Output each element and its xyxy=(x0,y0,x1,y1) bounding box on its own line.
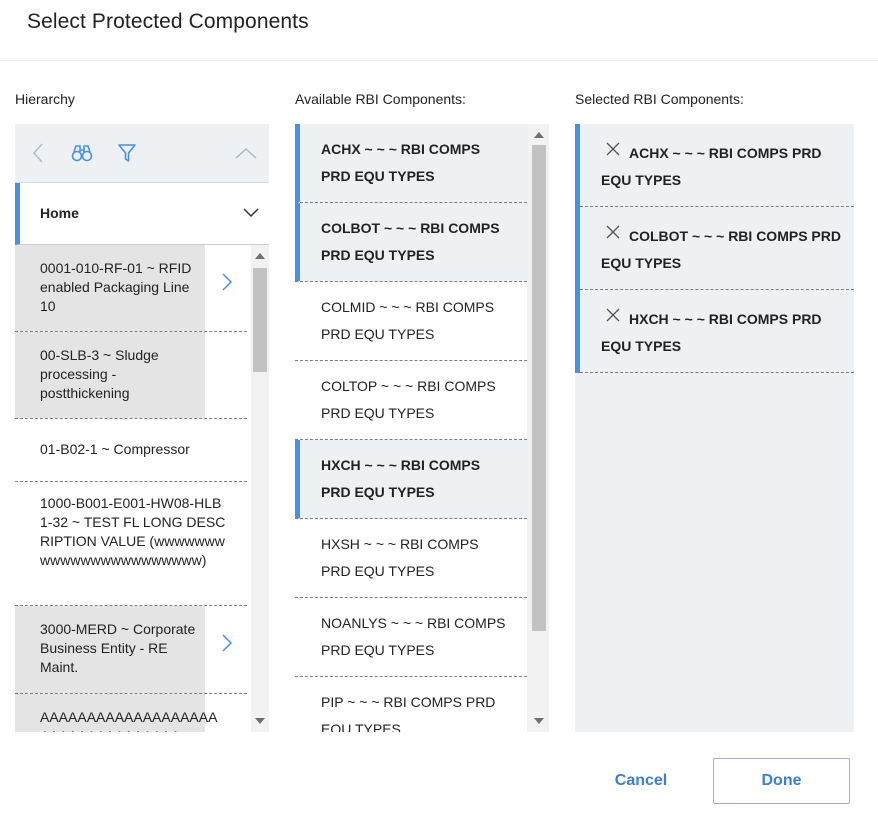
hierarchy-home[interactable]: Home xyxy=(15,183,269,245)
selected-label: Selected RBI Components: xyxy=(575,91,744,107)
hierarchy-label: Hierarchy xyxy=(15,91,75,107)
hierarchy-item[interactable]: 1000-B001-E001-HW08-HLB1-32 ~ TEST FL LO… xyxy=(15,482,247,606)
cancel-button[interactable]: Cancel xyxy=(598,758,684,804)
available-item[interactable]: HXSH ~ ~ ~ RBI COMPS PRD EQU TYPES xyxy=(295,519,527,598)
chevron-up-icon[interactable] xyxy=(233,140,259,166)
hierarchy-item[interactable]: 01-B02-1 ~ Compressor xyxy=(15,419,247,482)
scroll-up-icon[interactable] xyxy=(534,132,544,138)
dialog-title: Select Protected Components xyxy=(27,10,309,33)
selected-item[interactable]: COLBOT ~ ~ ~ RBI COMPS PRD EQU TYPES xyxy=(580,207,854,290)
chevron-right-icon[interactable] xyxy=(221,273,233,291)
chevron-right-icon[interactable] xyxy=(221,634,233,652)
selected-list: ACHX ~ ~ ~ RBI COMPS PRD EQU TYPES COLBO… xyxy=(575,124,854,373)
binoculars-icon[interactable] xyxy=(69,140,95,166)
scroll-down-icon[interactable] xyxy=(255,718,265,724)
selected-item[interactable]: HXCH ~ ~ ~ RBI COMPS PRD EQU TYPES xyxy=(580,290,854,373)
selected-panel: ACHX ~ ~ ~ RBI COMPS PRD EQU TYPES COLBO… xyxy=(575,124,854,732)
home-label: Home xyxy=(40,205,79,221)
done-button[interactable]: Done xyxy=(713,758,850,804)
filter-icon[interactable] xyxy=(114,140,140,166)
hierarchy-item[interactable]: 0001-010-RF-01 ~ RFID enabled Packaging … xyxy=(15,245,247,332)
available-item[interactable]: COLTOP ~ ~ ~ RBI COMPS PRD EQU TYPES xyxy=(295,361,527,440)
available-item[interactable]: ACHX ~ ~ ~ RBI COMPS PRD EQU TYPES xyxy=(295,124,527,203)
hierarchy-list: 0001-010-RF-01 ~ RFID enabled Packaging … xyxy=(15,245,248,732)
scroll-down-icon[interactable] xyxy=(534,718,544,724)
available-item[interactable]: COLBOT ~ ~ ~ RBI COMPS PRD EQU TYPES xyxy=(295,203,527,282)
hierarchy-panel: Home 0001-010-RF-01 ~ RFID enabled Packa… xyxy=(15,124,269,732)
selected-item[interactable]: ACHX ~ ~ ~ RBI COMPS PRD EQU TYPES xyxy=(580,124,854,207)
available-label: Available RBI Components: xyxy=(295,91,466,107)
title-divider xyxy=(0,60,878,61)
available-item[interactable]: HXCH ~ ~ ~ RBI COMPS PRD EQU TYPES xyxy=(295,440,527,519)
hierarchy-item[interactable]: AAAAAAAAAAAAAAAAAAAAAAAAAAAAAAAAAA xyxy=(15,694,247,732)
available-scrollbar[interactable] xyxy=(528,124,549,732)
chevron-left-icon[interactable] xyxy=(25,140,51,166)
scroll-thumb[interactable] xyxy=(532,145,546,631)
scroll-up-icon[interactable] xyxy=(255,253,265,259)
available-panel: ACHX ~ ~ ~ RBI COMPS PRD EQU TYPES COLBO… xyxy=(295,124,549,732)
hierarchy-item[interactable]: 00-SLB-3 ~ Sludge processing - postthick… xyxy=(15,332,247,419)
hierarchy-scrollbar[interactable] xyxy=(251,245,269,732)
available-item[interactable]: PIP ~ ~ ~ RBI COMPS PRD EQU TYPES xyxy=(295,677,527,732)
available-item[interactable]: COLMID ~ ~ ~ RBI COMPS PRD EQU TYPES xyxy=(295,282,527,361)
hierarchy-item[interactable]: 3000-MERD ~ Corporate Business Entity - … xyxy=(15,606,247,694)
chevron-down-icon[interactable] xyxy=(243,205,259,223)
scroll-thumb[interactable] xyxy=(253,268,267,372)
available-item[interactable]: NOANLYS ~ ~ ~ RBI COMPS PRD EQU TYPES xyxy=(295,598,527,677)
hierarchy-toolbar xyxy=(15,124,269,183)
